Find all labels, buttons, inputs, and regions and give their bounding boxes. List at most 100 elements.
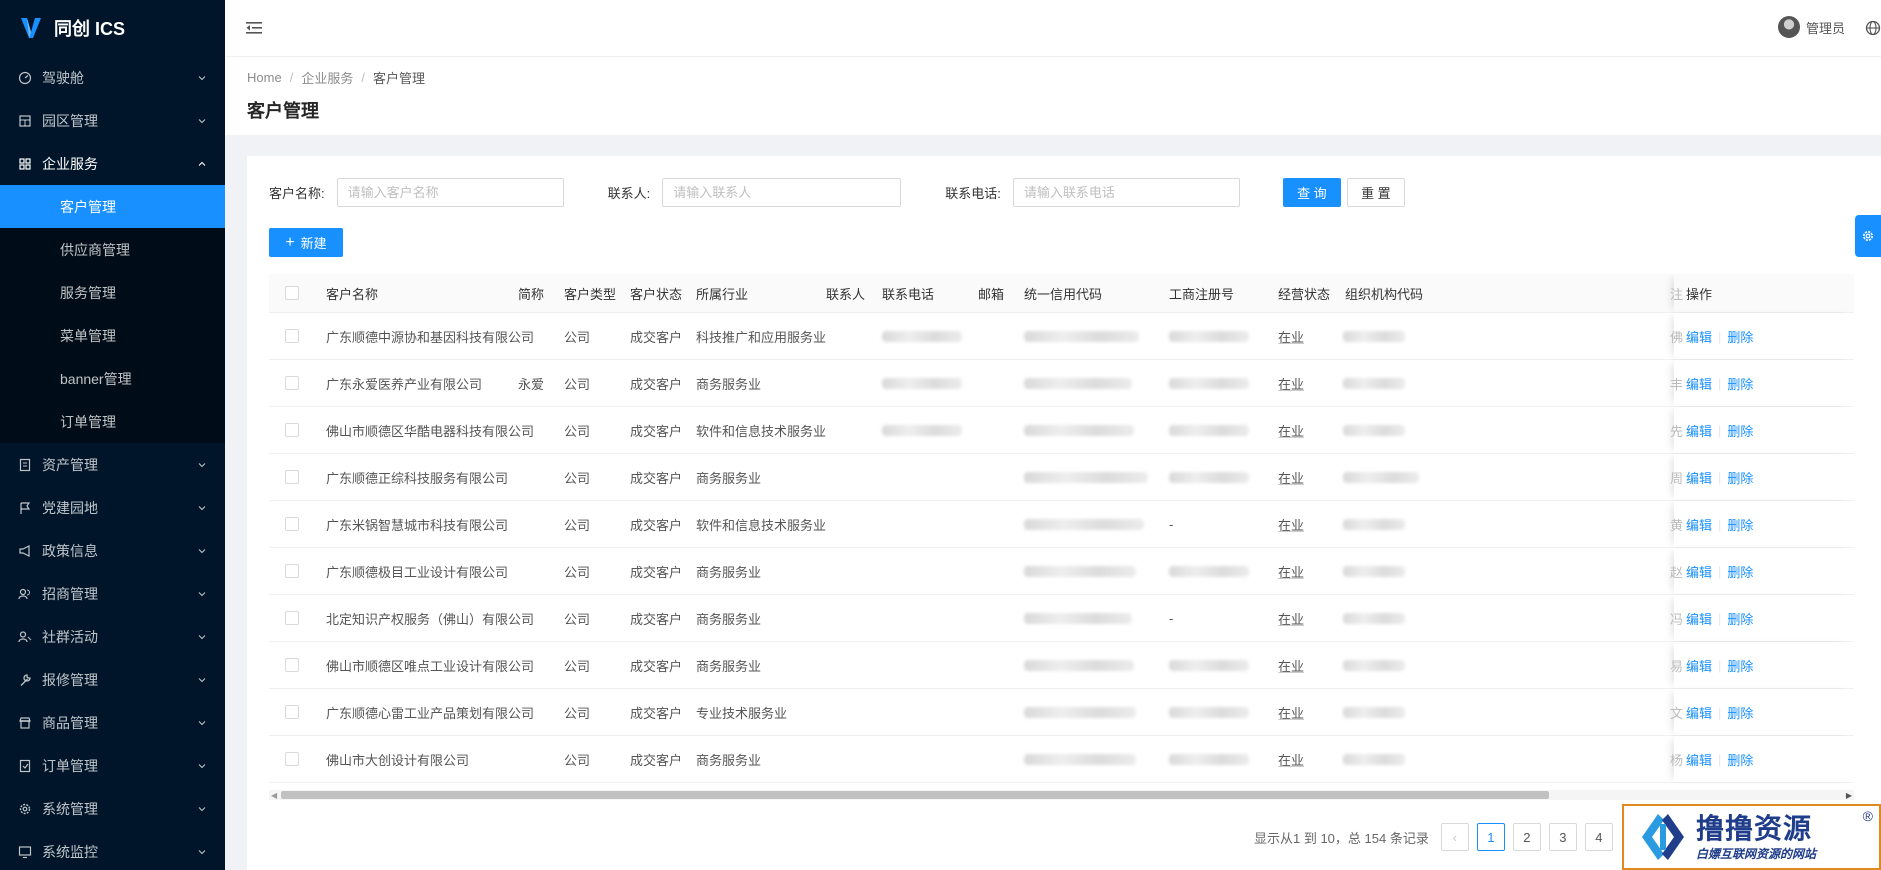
row-checkbox[interactable] [285,517,299,531]
delete-link[interactable]: 删除 [1727,750,1753,769]
row-checkbox[interactable] [285,705,299,719]
prev-page-icon[interactable]: ‹ [1440,823,1469,851]
sidebar-item[interactable]: 园区管理 [0,99,225,142]
reset-button[interactable]: 重 置 [1346,178,1405,207]
chevron-down-icon [197,503,207,513]
contact-input[interactable] [662,178,902,207]
chevron-down-icon [197,632,207,642]
column-header: 统一信用代码 [1024,286,1103,302]
delete-link[interactable]: 删除 [1727,609,1753,628]
table-row[interactable]: 佛山市顺德区唯点工业设计有限公司 公司 成交客户 商务服务业 在业 易编辑 | 删除 [269,642,1854,689]
row-checkbox[interactable] [285,752,299,766]
table-row[interactable]: 广东顺德中源协和基因科技有限公司 公司 成交客户 科技推广和应用服务业 在业 佛编辑 | 删除 [269,313,1854,360]
edit-link[interactable]: 编辑 [1686,468,1712,487]
page-number-button[interactable]: 2 [1512,823,1541,851]
scrollbar-thumb[interactable] [281,791,1549,799]
sidebar-item[interactable]: 商品管理 [0,701,225,744]
page-number-button[interactable]: 1 [1476,823,1505,851]
content-card: 客户名称: 联系人: 联系电话: 查 询 重 置 + 新建 客户名称 简称 客户类型… [247,156,1881,870]
delete-link[interactable]: 删除 [1727,468,1753,487]
edit-link[interactable]: 编辑 [1686,703,1712,722]
row-checkbox[interactable] [285,658,299,672]
page-number-button[interactable]: 3 [1548,823,1577,851]
globe-icon[interactable] [1865,20,1881,36]
delete-link[interactable]: 删除 [1727,327,1753,346]
scroll-right-icon[interactable]: ▶ [1846,791,1852,800]
delete-link[interactable]: 删除 [1727,703,1753,722]
sidebar-item[interactable]: 系统管理 [0,787,225,830]
scroll-left-icon[interactable]: ◀ [271,791,277,800]
delete-link[interactable]: 删除 [1727,562,1753,581]
submenu-item[interactable]: 客户管理 [0,185,225,228]
menu-fold-icon[interactable] [245,19,263,37]
truncated-cell-text: 周 [1670,470,1684,486]
delete-link[interactable]: 删除 [1727,374,1753,393]
row-checkbox[interactable] [285,611,299,625]
delete-link[interactable]: 删除 [1727,515,1753,534]
user-menu[interactable]: 管理员 [1777,16,1845,38]
table-row[interactable]: 广东永爱医养产业有限公司 永爱 公司 成交客户 商务服务业 在业 丰编辑 | 删除 [269,360,1854,407]
credit-code-cell-redacted [1024,313,1139,359]
customer-name-input[interactable] [336,178,564,207]
actions-group: 编辑 | 删除 [1686,595,1753,641]
table-row[interactable]: 佛山市顺德区华酷电器科技有限公司 公司 成交客户 软件和信息技术服务业 在业 先编辑 | 删除 [269,407,1854,454]
breadcrumb-enterprise[interactable]: 企业服务 [301,68,353,87]
settings-drawer-button[interactable] [1855,215,1881,257]
delete-link[interactable]: 删除 [1727,656,1753,675]
submenu-item[interactable]: 供应商管理 [0,228,225,271]
table-row[interactable]: 佛山市大创设计有限公司 公司 成交客户 商务服务业 在业 杨编辑 | 删除 [269,736,1854,783]
sidebar-item[interactable]: 驾驶舱 [0,56,225,99]
sidebar-item[interactable]: 企业服务 [0,142,225,185]
breadcrumb-current: 客户管理 [372,71,425,86]
edit-link[interactable]: 编辑 [1686,327,1712,346]
query-button[interactable]: 查 询 [1282,178,1341,207]
sidebar-item[interactable]: 系统监控 [0,830,225,870]
row-checkbox[interactable] [285,423,299,437]
chevron-down-icon [197,546,207,556]
actions-cell: 黄编辑 | 删除 [1670,501,1854,547]
table-row[interactable]: 广东米锅智慧城市科技有限公司 公司 成交客户 软件和信息技术服务业 - 在业 黄编辑 | 删除 [269,501,1854,548]
credit-code-cell-redacted [1024,360,1132,406]
sidebar-item[interactable]: 党建园地 [0,486,225,529]
edit-link[interactable]: 编辑 [1686,515,1712,534]
row-checkbox[interactable] [285,376,299,390]
edit-link[interactable]: 编辑 [1686,609,1712,628]
sidebar-item[interactable]: 招商管理 [0,572,225,615]
table-row[interactable]: 广东顺德正综科技服务有限公司 公司 成交客户 商务服务业 在业 周编辑 | 删除 [269,454,1854,501]
page-number-button[interactable]: 4 [1584,823,1613,851]
select-all-checkbox[interactable] [285,286,299,300]
submenu-item[interactable]: banner管理 [0,357,225,400]
table-row[interactable]: 北定知识产权服务（佛山）有限公司 公司 成交客户 商务服务业 - 在业 冯编辑 | 删除 [269,595,1854,642]
delete-link[interactable]: 删除 [1727,421,1753,440]
new-button[interactable]: + 新建 [269,228,343,257]
app-logo[interactable]: 同创 ICS [0,0,225,56]
customer-type-cell: 公司 [564,423,591,439]
edit-link[interactable]: 编辑 [1686,421,1712,440]
edit-link[interactable]: 编辑 [1686,374,1712,393]
customer-status-cell: 成交客户 [630,658,683,674]
sidebar-item[interactable]: 社群活动 [0,615,225,658]
breadcrumb-home[interactable]: Home [247,70,282,85]
row-checkbox[interactable] [285,564,299,578]
submenu-item[interactable]: 服务管理 [0,271,225,314]
edit-link[interactable]: 编辑 [1686,750,1712,769]
table-row[interactable]: 广东顺德心雷工业产品策划有限公司 公司 成交客户 专业技术服务业 在业 文编辑 | 删除 [269,689,1854,736]
edit-link[interactable]: 编辑 [1686,656,1712,675]
sidebar-item[interactable]: 订单管理 [0,744,225,787]
submenu-item[interactable]: 订单管理 [0,400,225,443]
customer-name-cell: 佛山市顺德区唯点工业设计有限公司 [326,658,535,674]
row-checkbox[interactable] [285,329,299,343]
horizontal-scrollbar[interactable]: ◀ ▶ [269,790,1854,800]
action-divider: | [1718,751,1722,767]
table-row[interactable]: 广东顺德极目工业设计有限公司 公司 成交客户 商务服务业 在业 赵编辑 | 删除 [269,548,1854,595]
row-checkbox[interactable] [285,470,299,484]
phone-input[interactable] [1012,178,1240,207]
business-state-cell: 在业 [1278,689,1304,735]
submenu-item[interactable]: 菜单管理 [0,314,225,357]
sidebar-item[interactable]: 报修管理 [0,658,225,701]
edit-link[interactable]: 编辑 [1686,562,1712,581]
customer-name-cell: 广东米锅智慧城市科技有限公司 [326,517,509,533]
sidebar-item[interactable]: 政策信息 [0,529,225,572]
sidebar-item-label: 企业服务 [42,155,98,172]
sidebar-item[interactable]: 资产管理 [0,443,225,486]
